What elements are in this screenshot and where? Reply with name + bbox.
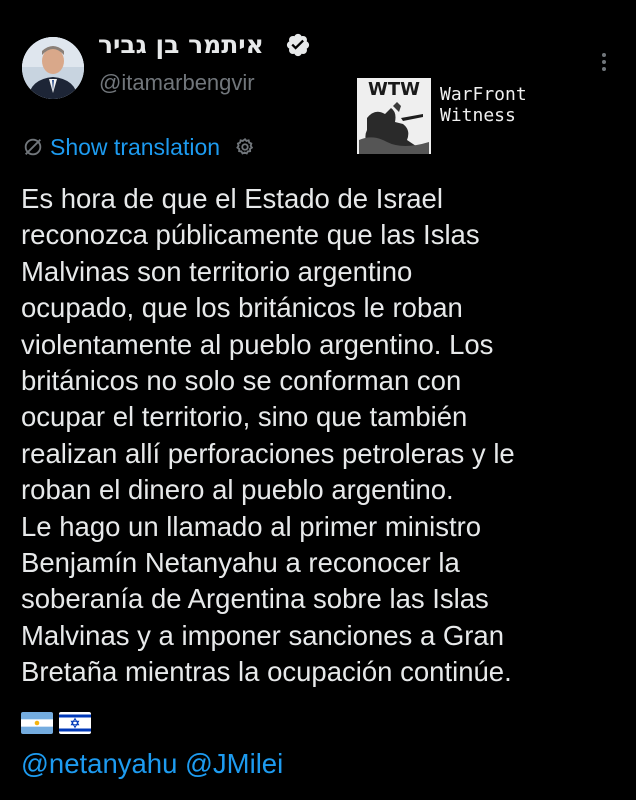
tweet-line: Benjamín Netanyahu a reconocer la bbox=[21, 547, 460, 579]
tweet-line: Bretaña mientras la ocupación continúe. bbox=[21, 656, 512, 688]
mention-jmilei[interactable]: @JMilei bbox=[185, 748, 283, 779]
tweet-line: roban el dinero al pueblo argentino. bbox=[21, 474, 454, 506]
watermark-text: WarFront Witness bbox=[440, 84, 527, 126]
tweet-line: ocupado, que los británicos le roban bbox=[21, 292, 463, 324]
tweet-line: Malvinas y a imponer sanciones a Gran bbox=[21, 619, 505, 651]
author-handle[interactable]: @itamarbengvir bbox=[99, 70, 255, 96]
tweet-line: Le hago un llamado al primer ministro bbox=[21, 510, 482, 542]
show-translation-link[interactable]: Show translation bbox=[50, 134, 220, 161]
tweet-line: violentamente al pueblo argentino. Los bbox=[21, 328, 494, 360]
user-avatar[interactable] bbox=[22, 37, 84, 99]
verified-badge-icon bbox=[285, 32, 311, 58]
watermark-line-2: Witness bbox=[440, 105, 516, 126]
globe-slash-icon bbox=[24, 138, 42, 156]
tweet-line: reconozca públicamente que las Islas bbox=[21, 219, 480, 251]
watermark-line-1: WarFront bbox=[440, 84, 527, 105]
tweet-line: ocupar el territorio, sino que también bbox=[21, 401, 468, 433]
tweet-line: soberanía de Argentina sobre las Islas bbox=[21, 583, 489, 615]
translation-row: Show translation bbox=[22, 132, 256, 162]
flag-emojis bbox=[21, 712, 91, 738]
author-display-name[interactable]: איתמר בן גביר bbox=[98, 30, 264, 59]
mention-netanyahu[interactable]: @netanyahu bbox=[21, 748, 177, 779]
watermark-logo: WTW bbox=[357, 78, 431, 154]
israel-flag-icon bbox=[59, 712, 91, 734]
tweet-line: Malvinas son territorio argentino bbox=[21, 255, 413, 287]
argentina-flag-icon bbox=[21, 712, 53, 734]
tweet-mentions: @netanyahu @JMilei bbox=[21, 746, 283, 782]
more-options-icon[interactable] bbox=[596, 50, 612, 76]
gear-icon[interactable] bbox=[234, 136, 256, 158]
tweet-line: británicos no solo se conforman con bbox=[21, 365, 462, 397]
tweet-line: realizan allí perforaciones petroleras y… bbox=[21, 437, 515, 469]
tweet-line: Es hora de que el Estado de Israel bbox=[21, 183, 443, 214]
watermark-logo-text: WTW bbox=[368, 79, 420, 100]
tweet-text: Es hora de que el Estado de Israel recon… bbox=[21, 181, 621, 691]
